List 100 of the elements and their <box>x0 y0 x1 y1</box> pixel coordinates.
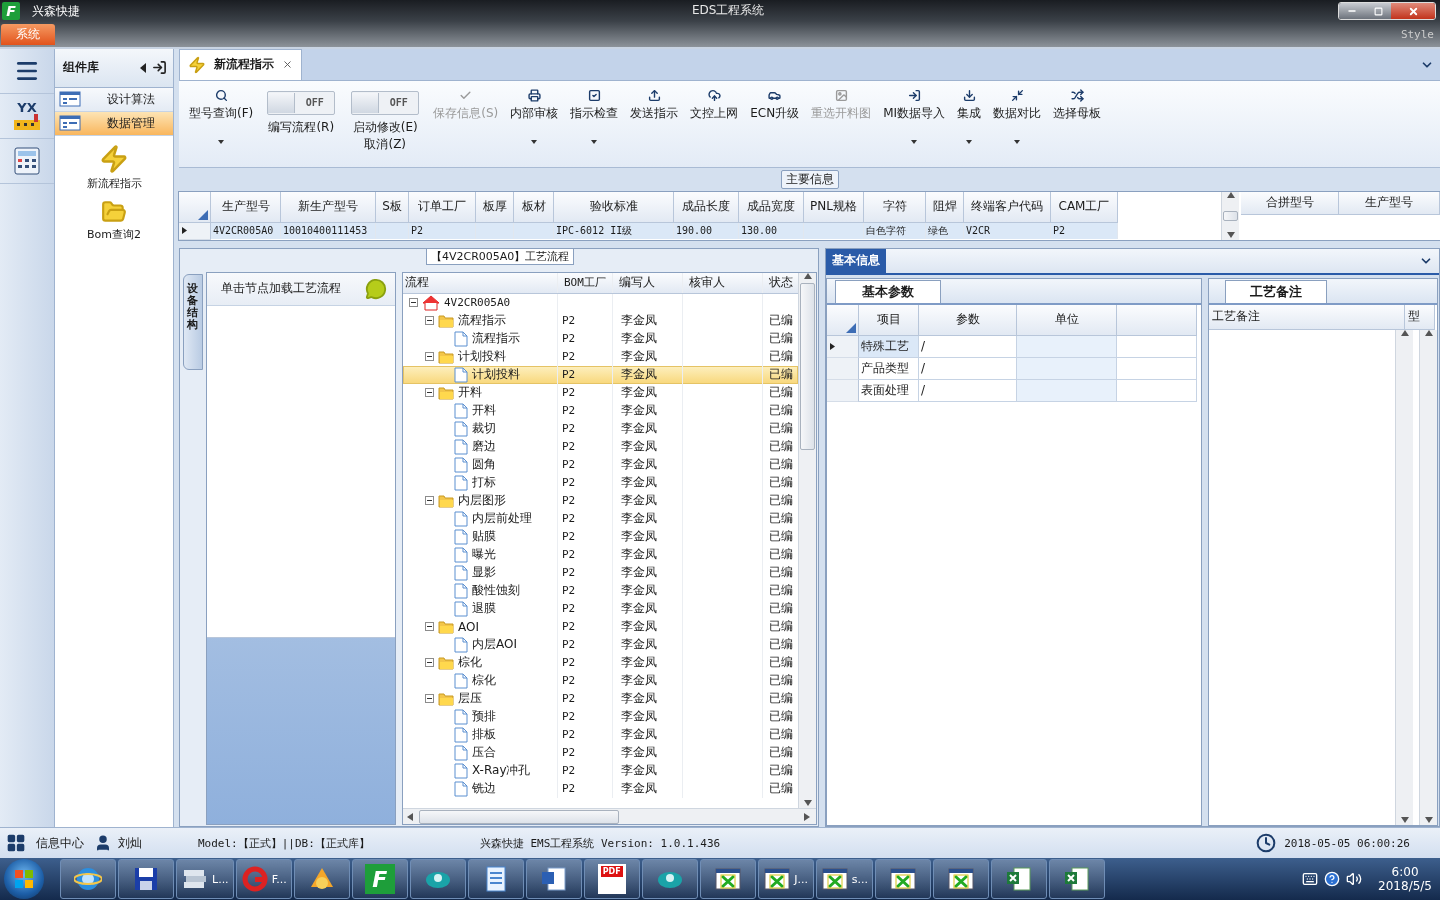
start-button[interactable] <box>4 859 44 900</box>
tree-row[interactable]: 内层图形 P2 李金凤 已编 <box>403 491 798 510</box>
expander-icon[interactable] <box>425 316 434 326</box>
column-header[interactable]: 项目 <box>859 304 919 336</box>
taskbar-button[interactable] <box>409 859 466 900</box>
tree-row[interactable]: 棕化 P2 李金凤 已编 <box>403 653 798 672</box>
column-header[interactable]: 参数 <box>919 304 1017 336</box>
expander-icon[interactable] <box>425 622 434 632</box>
tree-row[interactable]: 开料 P2 李金凤 已编 <box>403 383 798 402</box>
calculator-icon[interactable] <box>13 145 41 176</box>
taskbar-button[interactable] <box>293 859 350 900</box>
taskbar-button[interactable]: J... <box>757 859 814 900</box>
column-header[interactable]: 单位 <box>1017 304 1117 336</box>
column-header[interactable]: 生产型号 <box>1339 191 1440 215</box>
scrollbar[interactable] <box>1221 191 1239 240</box>
side-tab[interactable]: 设备结构 <box>183 273 203 370</box>
document-tab[interactable]: 新流程指示 <box>179 48 302 80</box>
minimize-button[interactable] <box>1339 3 1365 19</box>
factory-logo[interactable]: YX <box>10 98 44 133</box>
column-header[interactable]: 成品长度 <box>674 191 739 223</box>
column-header[interactable]: 新生产型号 <box>281 191 376 223</box>
corner-header[interactable] <box>827 304 859 336</box>
grid-icon[interactable] <box>6 833 26 854</box>
expander-icon[interactable] <box>425 388 434 398</box>
keyboard-icon[interactable] <box>1302 871 1319 888</box>
column-header[interactable]: 编写人 <box>613 272 683 293</box>
expander-icon[interactable] <box>425 658 434 668</box>
ribbon-button[interactable]: 内部审核 <box>504 80 565 167</box>
ribbon-button[interactable]: 选择母板 <box>1047 80 1108 167</box>
tree-row[interactable]: 计划投料 P2 李金凤 已编 <box>403 365 798 384</box>
taskbar-button[interactable]: F... <box>235 859 292 900</box>
ribbon-button[interactable]: 指示检查 <box>564 80 625 167</box>
column-header[interactable]: 合拼型号 <box>1241 191 1339 215</box>
tree-row[interactable]: 流程指示 P2 李金凤 已编 <box>403 311 798 330</box>
component-item[interactable]: 设计算法 <box>55 87 173 112</box>
scroll-arrow-icon[interactable] <box>1226 191 1235 200</box>
column-header[interactable]: 阻焊 <box>926 191 964 223</box>
help-icon[interactable] <box>1324 871 1341 888</box>
tree-row[interactable]: 计划投料 P2 李金凤 已编 <box>403 347 798 366</box>
column-header[interactable]: 终端客户代码 <box>964 191 1051 223</box>
launcher-button[interactable]: 新流程指示 <box>55 143 173 191</box>
panel-tab[interactable]: 基本参数 <box>835 279 941 303</box>
taskbar-button[interactable] <box>699 859 756 900</box>
taskbar-button[interactable]: L... <box>176 859 234 900</box>
tree-row[interactable]: 层压 P2 李金凤 已编 <box>403 689 798 708</box>
expander-icon[interactable] <box>425 694 434 704</box>
taskbar-button[interactable] <box>118 859 174 900</box>
toggle-switch[interactable]: OFF <box>267 90 336 115</box>
taskbar-button[interactable] <box>990 859 1047 900</box>
column-header[interactable]: CAM工厂 <box>1051 191 1118 223</box>
column-header[interactable]: 生产型号 <box>211 191 281 223</box>
ribbon-button[interactable]: 集成 <box>951 80 988 167</box>
info-center-link[interactable]: 信息中心 <box>36 834 84 852</box>
ribbon-button[interactable]: ECN升级 <box>744 80 806 167</box>
column-header[interactable]: 订单工厂 <box>409 191 476 223</box>
panel-tab[interactable]: 基本信息 <box>826 248 886 273</box>
column-header[interactable]: S板 <box>376 191 409 223</box>
ribbon-button[interactable]: 型号查询(F) <box>183 80 260 167</box>
expander-icon[interactable] <box>409 298 418 308</box>
column-header[interactable]: 板厚 <box>476 191 514 223</box>
taskbar-button[interactable] <box>525 859 582 900</box>
scrollbar[interactable] <box>1419 329 1437 826</box>
ribbon-button[interactable]: 文控上网 <box>684 80 745 167</box>
scroll-arrow-icon[interactable] <box>1424 329 1433 338</box>
taskbar-button[interactable] <box>874 859 931 900</box>
scrollbar[interactable] <box>1395 329 1413 826</box>
tray-clock[interactable]: 6:00 2018/5/5 <box>1378 865 1432 894</box>
taskbar-button[interactable]: F <box>351 859 408 900</box>
taskbar-button[interactable] <box>932 859 989 900</box>
column-header[interactable]: PNL规格 <box>804 191 864 223</box>
ribbon-button[interactable]: 数据对比 <box>987 80 1048 167</box>
collapse-icon[interactable] <box>140 62 146 73</box>
scroll-arrow-icon[interactable] <box>1226 231 1235 240</box>
close-icon[interactable] <box>282 59 293 71</box>
scroll-arrow-icon[interactable] <box>803 272 812 281</box>
scroll-arrow-icon[interactable] <box>1400 329 1409 338</box>
column-header[interactable]: 流程 <box>403 272 558 293</box>
expander-icon[interactable] <box>425 496 434 506</box>
column-header[interactable]: 成品宽度 <box>739 191 804 223</box>
corner-header[interactable] <box>179 191 211 223</box>
tree-row[interactable]: AOI P2 李金凤 已编 <box>403 617 798 636</box>
volume-icon[interactable] <box>1346 871 1363 888</box>
launcher-button[interactable]: Bom查询2 <box>55 198 173 242</box>
panel-tab[interactable]: 工艺备注 <box>1225 279 1327 303</box>
taskbar-button[interactable]: s... <box>815 859 873 900</box>
column-header[interactable]: 板材 <box>514 191 554 223</box>
scrollbar[interactable] <box>798 272 816 809</box>
column-header[interactable]: 字符 <box>864 191 926 223</box>
scrollbar[interactable] <box>403 808 816 825</box>
pin-icon[interactable] <box>152 60 167 76</box>
component-item[interactable]: 数据管理 <box>55 111 173 136</box>
taskbar-button[interactable] <box>60 859 116 900</box>
column-header[interactable]: 工艺备注 <box>1209 304 1405 330</box>
column-header[interactable]: 核审人 <box>683 272 763 293</box>
ribbon-button[interactable]: 发送指示 <box>624 80 685 167</box>
taskbar-button[interactable] <box>1048 859 1105 900</box>
column-header[interactable]: BOM工厂 <box>558 272 613 293</box>
column-header[interactable]: 验收标准 <box>554 191 674 223</box>
taskbar-button[interactable] <box>467 859 524 900</box>
ribbon-button[interactable]: MI数据导入 <box>877 80 952 167</box>
